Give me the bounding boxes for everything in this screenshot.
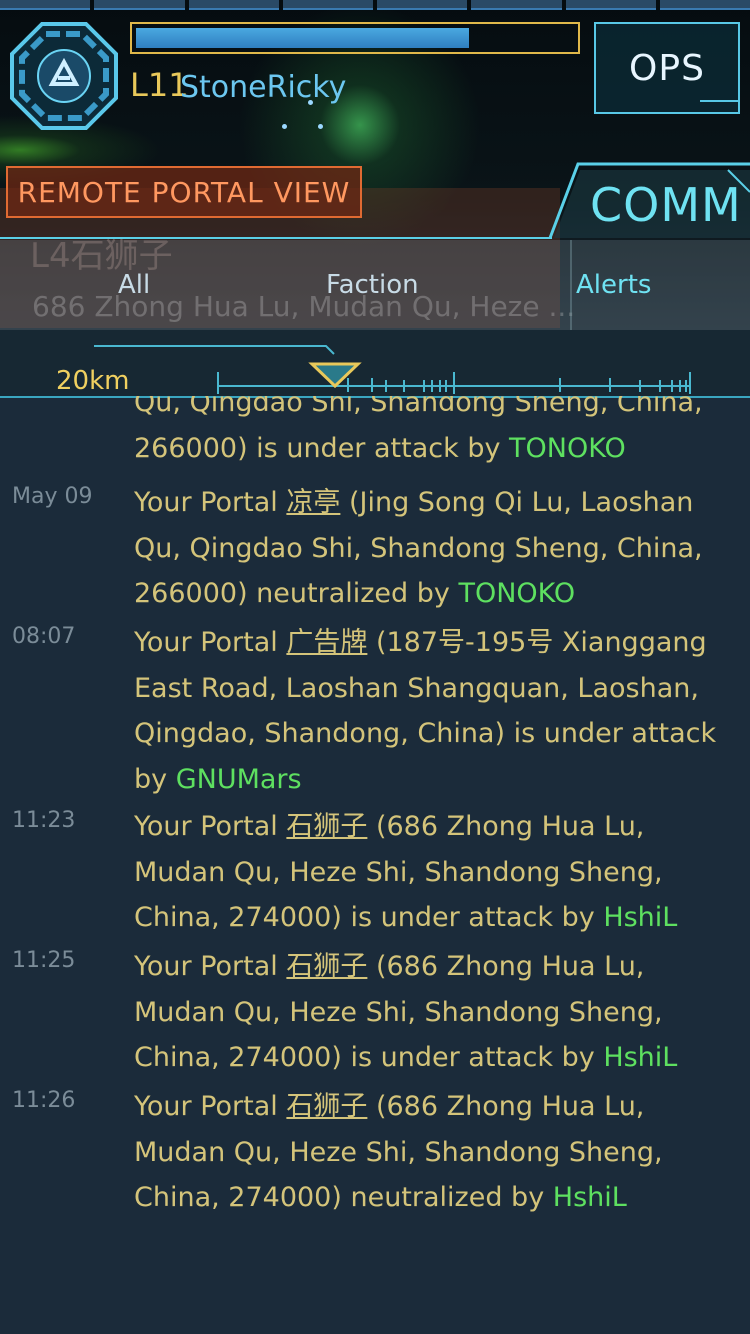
alerts-list[interactable]: Qu, Qingdao Shi, Shandong Sheng, China, … (0, 396, 750, 1334)
map-dot (282, 124, 287, 129)
alert-message: Your Portal 凉亭 (Jing Song Qi Lu, Laoshan… (134, 480, 724, 617)
portal-address-ghost: 686 Zhong Hua Lu, Mudan Qu, Heze ... (32, 290, 576, 323)
alert-time: 08:07 (12, 624, 76, 649)
top-status-strip (0, 0, 750, 10)
attacker-agent-link[interactable]: GNUMars (176, 764, 302, 795)
xp-progress-bar (130, 22, 580, 54)
tab-faction[interactable]: Faction (326, 270, 419, 300)
alert-time: May 09 (12, 484, 93, 509)
ops-button-notch (700, 100, 740, 116)
tab-all[interactable]: All (118, 270, 150, 300)
xp-progress-fill (136, 28, 469, 48)
remote-portal-view-button[interactable]: REMOTE PORTAL VIEW (6, 166, 362, 218)
attacker-agent-link[interactable]: TONOKO (458, 578, 575, 609)
comm-button[interactable]: COMM (590, 178, 742, 232)
agent-avatar-icon[interactable] (10, 22, 118, 130)
agent-name[interactable]: StoneRicky (180, 70, 346, 105)
portal-link[interactable]: 石狮子 (286, 1091, 367, 1122)
tab-divider (570, 240, 572, 330)
attacker-agent-link[interactable]: HshiL (553, 1182, 627, 1213)
portal-link[interactable]: 石狮子 (286, 951, 367, 982)
range-label: 20km (56, 366, 130, 396)
portal-link[interactable]: 凉亭 (286, 487, 340, 518)
attacker-agent-link[interactable]: HshiL (603, 902, 677, 933)
alert-message: Your Portal 石狮子 (686 Zhong Hua Lu, Mudan… (134, 944, 724, 1081)
alert-prefix: Your Portal (134, 1091, 287, 1122)
attacker-agent-link[interactable]: HshiL (603, 1042, 677, 1073)
alert-message: Your Portal 石狮子 (686 Zhong Hua Lu, Mudan… (134, 1084, 724, 1221)
tab-alerts[interactable]: Alerts (576, 270, 651, 300)
portal-link[interactable]: 石狮子 (286, 811, 367, 842)
alert-prefix: Your Portal (134, 951, 287, 982)
alert-time: 11:26 (12, 1088, 76, 1113)
attacker-agent-link[interactable]: TONOKO (509, 433, 626, 464)
map-dot (318, 124, 323, 129)
alert-message: Your Portal 广告牌 (187号-195号 Xianggang Eas… (134, 620, 724, 802)
alert-prefix: Your Portal (134, 487, 287, 518)
alert-prefix: Your Portal (134, 811, 287, 842)
range-handle-icon (308, 362, 362, 389)
range-slider[interactable]: 20km (0, 330, 750, 398)
scanner-header: L11 StoneRicky OPS L4石狮子 686 Zhong Hua L… (0, 0, 750, 330)
alert-message: Your Portal 石狮子 (686 Zhong Hua Lu, Mudan… (134, 804, 724, 941)
alert-time: 11:25 (12, 948, 76, 973)
alert-time: 11:23 (12, 808, 76, 833)
portal-link[interactable]: 广告牌 (286, 627, 367, 658)
alert-prefix: Your Portal (134, 627, 287, 658)
alert-message: Qu, Qingdao Shi, Shandong Sheng, China, … (134, 396, 724, 471)
comm-tab-underline (0, 237, 552, 239)
